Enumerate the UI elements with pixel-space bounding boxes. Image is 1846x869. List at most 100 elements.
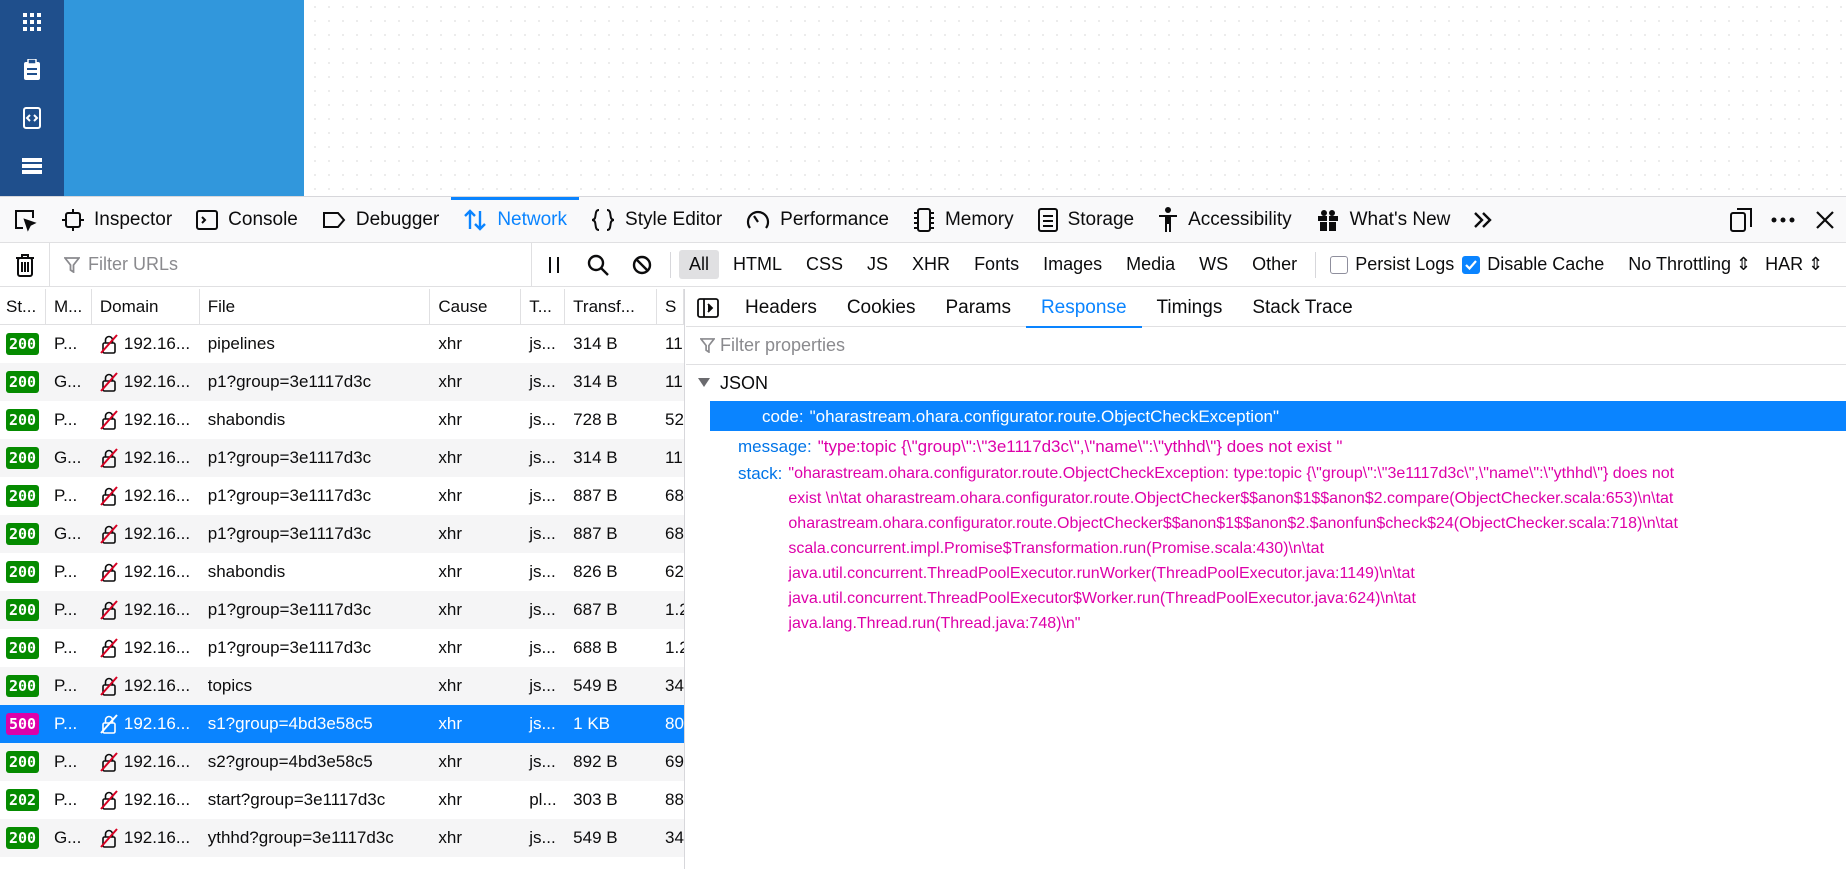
cell-status: 200 [0,667,46,705]
filter-type-ws[interactable]: WS [1189,250,1238,279]
tab-label: What's New [1349,208,1451,230]
tab-headers[interactable]: Headers [730,289,832,327]
tab-console[interactable]: Console [184,197,310,243]
cell-transferred: 549 B [573,676,618,695]
table-row[interactable]: 200 P... 192.16... s2?group=4bd3e58c5 xhr js.… [0,743,684,781]
cell-file: p1?group=3e1117d3c [207,600,372,619]
code-file-icon[interactable] [20,106,44,130]
table-row[interactable]: 200 G... 192.16... ythhd?group=3e1117d3c xhr… [0,819,684,857]
cell-transferred: 688 B [573,638,618,657]
column-header-size[interactable]: S [657,289,684,325]
filter-type-xhr[interactable]: XHR [902,250,960,279]
tab-params[interactable]: Params [930,289,1025,327]
tab-timings[interactable]: Timings [1142,289,1238,327]
close-icon[interactable] [1804,197,1846,243]
cell-method: P... [53,486,78,505]
json-property-code[interactable]: code: "oharastream.ohara.configurator.ro… [710,401,1846,431]
cell-transferred: 892 B [573,752,618,771]
filter-type-html[interactable]: HTML [723,250,792,279]
list-icon[interactable] [20,154,44,178]
tab-style-editor[interactable]: Style Editor [579,197,734,243]
column-header-file[interactable]: File [200,289,431,325]
filter-type-other[interactable]: Other [1242,250,1307,279]
tab-cookies[interactable]: Cookies [832,289,931,327]
tab-memory[interactable]: Memory [901,197,1026,243]
cell-cause: xhr [438,372,462,391]
persist-logs-checkbox[interactable]: Persist Logs [1330,254,1454,275]
filter-type-js[interactable]: JS [857,250,898,279]
har-menu[interactable]: HAR ⇕ [1765,254,1823,275]
more-tools-chevron-icon[interactable] [1462,197,1504,243]
checkbox-unchecked[interactable] [1330,255,1349,274]
column-header-transferred[interactable]: Transf... [565,289,658,325]
insecure-lock-icon [100,600,118,620]
column-header-cause[interactable]: Cause [430,289,522,325]
style-editor-icon [591,208,615,231]
insecure-lock-icon [100,714,118,734]
block-requests-icon[interactable] [620,243,664,287]
table-row[interactable]: 200 P... 192.16... p1?group=3e1117d3c xhr js.… [0,477,684,515]
json-section-toggle[interactable]: JSON [686,365,1846,401]
tab-stack-trace[interactable]: Stack Trace [1237,289,1367,327]
har-label: HAR [1765,254,1804,274]
cell-status: 202 [0,781,46,819]
filter-type-media[interactable]: Media [1116,250,1185,279]
column-header-domain[interactable]: Domain [92,289,200,325]
json-property-message[interactable]: message: "type:topic {\"group\":\"3e1117… [686,434,1846,459]
table-row[interactable]: 200 P... 192.16... pipelines xhr js... 314 B 11 [0,325,684,363]
filter-type-fonts[interactable]: Fonts [964,250,1029,279]
cell-method: P... [53,676,78,695]
column-header-type[interactable]: T... [521,289,566,325]
filter-type-images[interactable]: Images [1033,250,1112,279]
tab-network[interactable]: Network [451,196,579,243]
table-row[interactable]: 200 G... 192.16... p1?group=3e1117d3c xhr js.… [0,363,684,401]
cell-status: 200 [0,819,46,857]
tab-storage[interactable]: Storage [1026,197,1147,243]
table-row[interactable]: 200 G... 192.16... p1?group=3e1117d3c xhr js.… [0,439,684,477]
cell-file: s2?group=4bd3e58c5 [207,752,373,771]
pause-icon[interactable] [532,243,576,287]
toggle-sidebar-icon[interactable] [686,289,730,327]
filter-type-css[interactable]: CSS [796,250,853,279]
table-row[interactable]: 200 P... 192.16... shabondis xhr js... 826 B 62 [0,553,684,591]
devtools-panel: Inspector Console Debugger Network Style… [0,196,1846,869]
search-icon[interactable] [576,243,620,287]
tab-debugger[interactable]: Debugger [310,197,451,243]
filter-urls-input[interactable] [50,244,531,285]
tab-response[interactable]: Response [1025,289,1142,328]
filter-properties-input[interactable] [686,328,1846,363]
disable-cache-checkbox[interactable]: Disable Cache [1462,254,1604,275]
tab-whats-new[interactable]: What's New [1304,197,1463,243]
insecure-lock-icon [100,562,118,582]
checkbox-checked-icon[interactable] [1462,255,1481,274]
more-options-icon[interactable] [1762,197,1804,243]
dock-side-icon[interactable] [1720,197,1762,243]
tab-inspector[interactable]: Inspector [50,197,184,243]
column-header-status[interactable]: St... [0,289,46,325]
table-row[interactable]: 500 P... 192.16... s1?group=4bd3e58c5 xhr js.… [0,705,684,743]
clipboard-icon[interactable] [20,58,44,82]
debugger-icon [322,211,346,228]
filter-type-all[interactable]: All [679,250,720,279]
tab-performance[interactable]: Performance [734,197,901,243]
element-picker-icon[interactable] [0,197,50,243]
table-row[interactable]: 200 P... 192.16... p1?group=3e1117d3c xhr js.… [0,591,684,629]
table-row[interactable]: 200 P... 192.16... topics xhr js... 549 B 34 [0,667,684,705]
json-property-stack[interactable]: stack: "oharastream.ohara.configurator.r… [686,461,1846,636]
column-header-method[interactable]: M... [46,289,92,325]
tab-accessibility[interactable]: Accessibility [1146,197,1303,243]
table-row[interactable]: 200 P... 192.16... p1?group=3e1117d3c xhr js.… [0,629,684,667]
cell-status: 200 [0,401,46,439]
status-badge: 200 [6,447,40,469]
clear-requests-trash-icon[interactable] [0,242,50,287]
tab-label: Performance [780,208,889,230]
cell-cause: xhr [438,638,462,657]
disable-cache-label: Disable Cache [1487,254,1605,274]
json-key: stack: [738,464,783,483]
table-row[interactable]: 202 P... 192.16... start?group=3e1117d3c xhr… [0,781,684,819]
apps-grid-icon[interactable] [20,10,44,34]
table-row[interactable]: 200 P... 192.16... shabondis xhr js... 728 B 52 [0,401,684,439]
throttling-select[interactable]: No Throttling ⇕ [1628,254,1751,275]
table-row[interactable]: 200 G... 192.16... p1?group=3e1117d3c xhr js.… [0,515,684,553]
insecure-lock-icon [100,524,118,544]
